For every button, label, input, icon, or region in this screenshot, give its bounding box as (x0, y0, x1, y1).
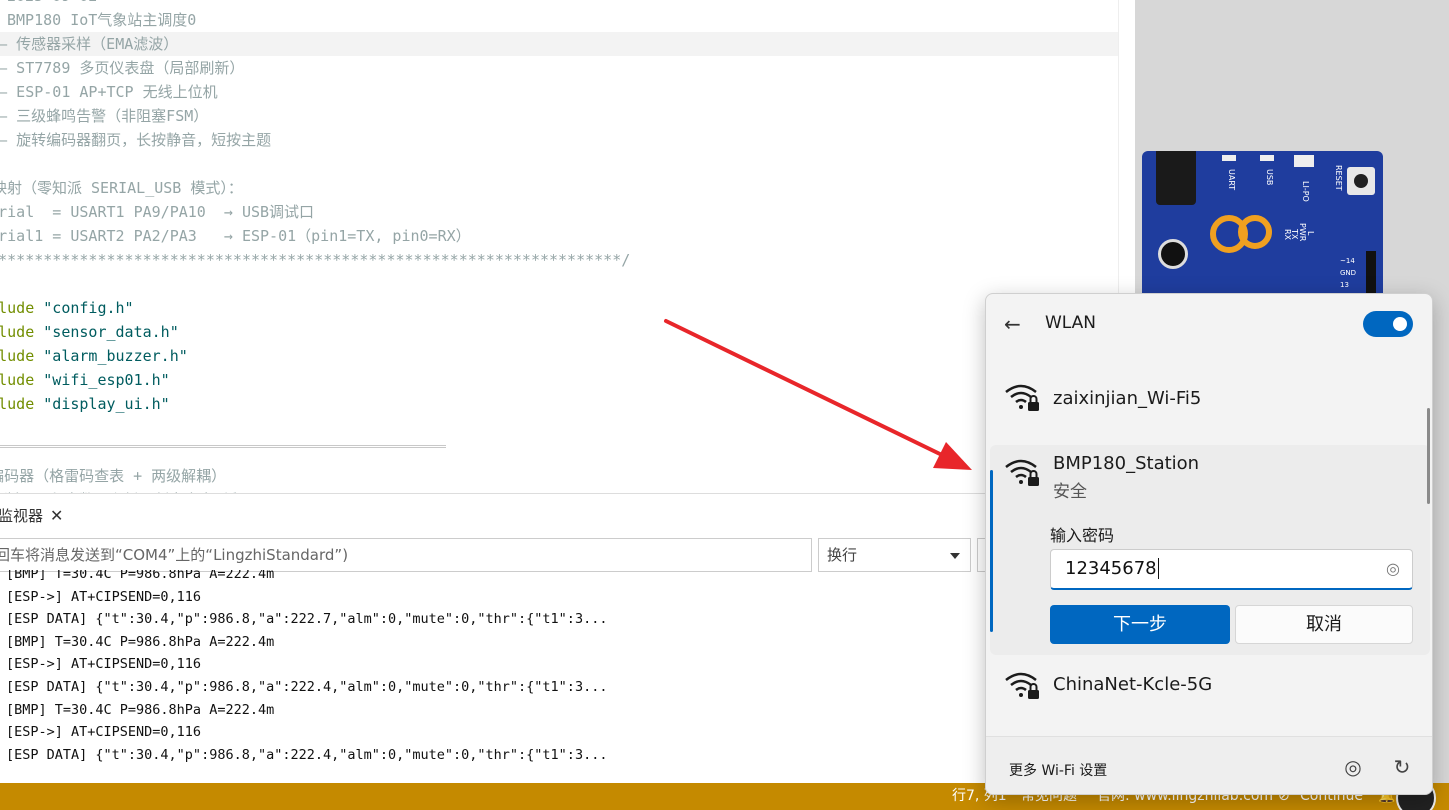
message-input[interactable]: 消息（按回车将消息发送到“COM4”上的“LingzhiStandard”) (0, 538, 812, 572)
code-line: #include "alarm_buzzer.h" (0, 344, 188, 368)
network-ssid: ChinaNet-Kcle-5G (1053, 674, 1213, 695)
code-line: 时间：2025-09-02 (0, 0, 97, 8)
refresh-icon[interactable]: ↻ (1388, 753, 1416, 781)
password-value: 12345678 (1065, 558, 1157, 579)
code-keyword: #include (0, 323, 35, 341)
code-line: — ST7789 多页仪表盘（局部刷新） (0, 59, 245, 77)
code-line: 串口映射（零知派 SERIAL_USB 模式）： (0, 179, 243, 197)
usb-header (1260, 155, 1274, 161)
pin-label: 13 (1340, 281, 1349, 289)
board-label: LI-PO (1301, 181, 1310, 202)
board-photo: UART USB LI-PO RESET PWR TX RX L ~14 GND… (1142, 151, 1383, 301)
board-label: USB (1265, 169, 1274, 186)
password-input[interactable]: 12345678 ◎ (1050, 549, 1413, 590)
screen: 时间：2025-09-02 功能：BMP180 IoT气象站主调度0 — 传感器采… (0, 0, 1449, 810)
code-string: "display_ui.h" (43, 395, 170, 413)
password-label: 输入密码 (1050, 526, 1115, 545)
network-item[interactable]: ChinaNet-Kcle-5G (990, 660, 1430, 714)
coin-battery (1158, 239, 1188, 269)
selected-indicator (990, 470, 993, 632)
line-ending-select[interactable]: 换行 (818, 538, 971, 572)
section-divider (0, 445, 446, 448)
nearby-share-icon[interactable]: ◎ (1339, 753, 1367, 781)
code-string: "alarm_buzzer.h" (43, 347, 188, 365)
code-line: #include "config.h" (0, 296, 134, 320)
text-caret (1157, 558, 1159, 579)
serial-line: [BMP] T=30.4C P=986.8hPa A=222.4m (6, 570, 275, 582)
network-ssid: BMP180_Station (1053, 453, 1200, 474)
code-line: — 旋转编码器翻页，长按静音，短按主题 (0, 131, 272, 149)
board-label: UART (1227, 169, 1236, 191)
message-placeholder: 消息（按回车将消息发送到“COM4”上的“LingzhiStandard”) (0, 546, 349, 564)
pin-label: ~14 (1340, 257, 1355, 265)
wifi-secure-icon (1005, 459, 1039, 486)
code-line: // 编码器（格雷码查表 + 两级解耦） (0, 467, 227, 485)
flyout-footer: 更多 Wi-Fi 设置 ◎ ↻ (986, 736, 1432, 794)
code-line: — 传感器采样（EMA滤波） (0, 35, 179, 53)
code-keyword: #include (0, 395, 35, 413)
more-wifi-settings-link[interactable]: 更多 Wi-Fi 设置 (1009, 760, 1107, 780)
serial-line: [BMP] T=30.4C P=986.8hPa A=222.4m (6, 633, 275, 650)
uart-header (1222, 155, 1236, 161)
wlan-toggle[interactable] (1363, 311, 1413, 337)
board-label: RESET (1334, 165, 1343, 191)
code-string: "config.h" (43, 299, 134, 317)
lipo-connector (1294, 155, 1314, 167)
code-keyword: #include (0, 299, 35, 317)
code-string: "sensor_data.h" (43, 323, 179, 341)
pin-label: GND (1340, 269, 1357, 277)
wlan-title: WLAN (1045, 313, 1097, 333)
code-line: — 三级蜂鸣告警（非阻塞FSM） (0, 107, 209, 125)
board-label: RX (1283, 229, 1292, 241)
power-jack (1156, 151, 1196, 205)
code-line: — ESP-01 AP+TCP 无线上位机 (0, 83, 218, 101)
serial-line: [ESP DATA] {"t":30.4,"p":986.8,"a":222.4… (6, 679, 608, 695)
serial-line: [ESP DATA] {"t":30.4,"p":986.8,"a":222.4… (6, 746, 608, 763)
serial-line: [ESP->] AT+CIPSEND=0,116 (6, 724, 202, 741)
list-scrollbar[interactable] (1427, 408, 1430, 504)
reveal-password-icon[interactable]: ◎ (1374, 550, 1412, 588)
serial-line: [ESP->] AT+CIPSEND=0,116 (6, 588, 202, 605)
line-ending-value: 换行 (827, 546, 858, 564)
code-line: Serial1 = USART2 PA2/PA3 → ESP-01（pin1=T… (0, 227, 471, 245)
chevron-down-icon (950, 553, 960, 559)
code-line: #include "wifi_esp01.h" (0, 368, 170, 392)
serial-line: [ESP->] AT+CIPSEND=0,116 (6, 656, 202, 673)
code-line: Serial = USART1 PA9/PA10 → USB调试口 (0, 203, 315, 221)
serial-line: [BMP] T=30.4C P=986.8hPa A=222.4m (6, 701, 275, 718)
close-icon[interactable]: ✕ (50, 494, 63, 538)
next-button[interactable]: 下一步 (1050, 605, 1230, 644)
code-line: 功能：BMP180 IoT气象站主调度0 (0, 11, 197, 29)
serial-output[interactable]: [BMP] T=30.4C P=986.8hPa A=222.4m [ESP->]… (0, 570, 1000, 780)
reset-button-photo (1347, 167, 1375, 195)
tab-label: 串口监视器 (0, 507, 44, 525)
code-string: "wifi_esp01.h" (43, 371, 170, 389)
wifi-secure-icon (1005, 384, 1039, 411)
network-ssid: zaixinjian_Wi-Fi5 (1053, 388, 1202, 409)
wifi-secure-icon (1005, 672, 1039, 699)
serial-line: [ESP DATA] {"t":30.4,"p":986.8,"a":222.7… (6, 611, 608, 628)
code-keyword: #include (0, 347, 35, 365)
code-keyword: #include (0, 371, 35, 389)
network-item[interactable]: zaixinjian_Wi-Fi5 (990, 374, 1430, 428)
code-line: #include "display_ui.h" (0, 392, 170, 416)
code-line: ****************************************… (0, 251, 631, 269)
board-label: L (1306, 231, 1315, 236)
serial-monitor-panel: 串口监视器 ✕ 消息（按回车将消息发送到“COM4”上的“LingzhiStan… (0, 493, 1135, 783)
code-line: #include "sensor_data.h" (0, 320, 179, 344)
code-editor[interactable]: 时间：2025-09-02 功能：BMP180 IoT气象站主调度0 — 传感器采… (0, 0, 1118, 493)
cancel-button[interactable]: 取消 (1235, 605, 1413, 644)
network-security-status: 安全 (1053, 482, 1087, 502)
wlan-flyout: ← WLAN zaixinjian_Wi-Fi5 BMP180_Station … (985, 293, 1433, 795)
board-logo-ring (1238, 215, 1272, 249)
back-arrow-icon[interactable]: ← (1004, 312, 1021, 336)
